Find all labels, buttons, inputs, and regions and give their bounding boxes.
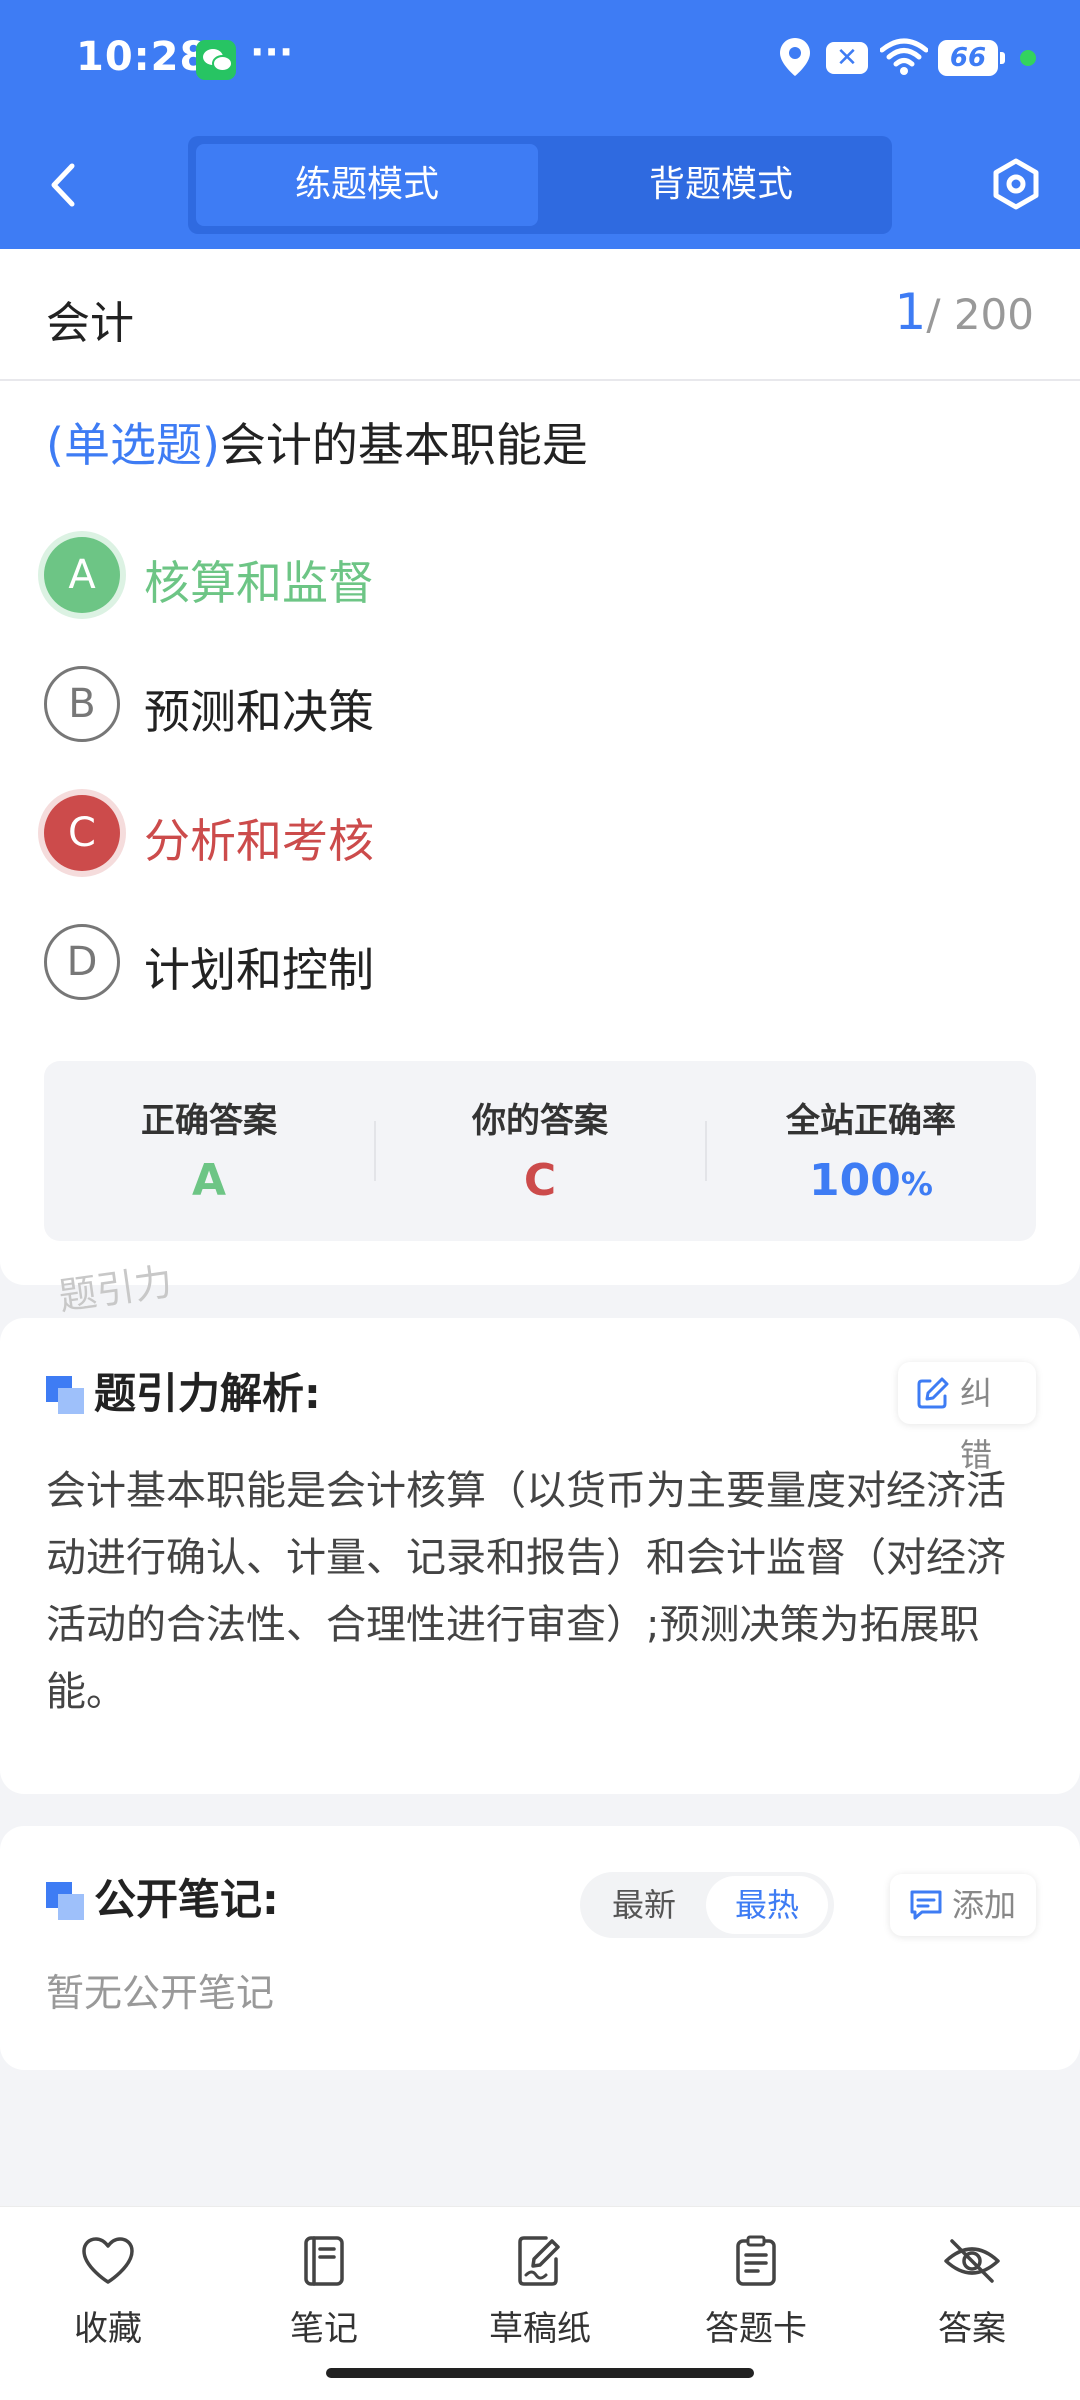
nav-draft-paper[interactable]: 草稿纸 (460, 2235, 620, 2350)
question-type: (单选题) (46, 418, 220, 472)
wechat-icon (196, 40, 236, 80)
correct-answer-value: A (191, 1155, 227, 1206)
current-question-number: 1 (894, 283, 927, 341)
site-accuracy-label: 全站正确率 (786, 1101, 956, 1141)
no-notes-text: 暂无公开笔记 (46, 1971, 275, 2015)
nav-label: 草稿纸 (489, 2309, 591, 2349)
tab-memorize-mode[interactable]: 背题模式 (550, 144, 892, 226)
option-text: 预测和决策 (144, 685, 374, 739)
option-letter: B (44, 666, 120, 742)
subject-title: 会计 (46, 298, 134, 349)
more-notifications-icon: ··· (250, 30, 294, 74)
question-text: 会计的基本职能是 (219, 418, 588, 472)
divider (0, 379, 1080, 381)
answer-sheet-icon (736, 2235, 776, 2286)
question-card: 会计 1/ 200 (单选题)会计的基本职能是 A 核算和监督 B 预测和决策 … (0, 249, 1080, 1285)
nav-favorite[interactable]: 收藏 (28, 2235, 188, 2350)
section-marker-icon (46, 1882, 84, 1920)
sort-newest-button[interactable]: 最新 (580, 1872, 708, 1938)
wifi-icon (880, 38, 928, 75)
accuracy-unit: % (900, 1165, 933, 1203)
heart-icon (82, 2237, 134, 2284)
eye-off-icon (944, 2239, 1000, 2283)
tab-practice-mode[interactable]: 练题模式 (196, 144, 538, 226)
option-text: 计划和控制 (144, 943, 374, 997)
back-arrow-icon[interactable] (44, 160, 84, 210)
correct-answer-label: 正确答案 (141, 1101, 277, 1141)
your-answer-label: 你的答案 (472, 1101, 608, 1141)
notebook-icon (304, 2236, 344, 2286)
add-note-label: 添加 (952, 1886, 1017, 1924)
analysis-title: 题引力解析: (94, 1369, 321, 1418)
draft-paper-icon (518, 2236, 560, 2286)
your-answer-block: 你的答案 C (375, 1061, 705, 1241)
option-d[interactable]: D 计划和控制 (44, 924, 944, 1000)
notification-off-icon: ✕ (826, 42, 868, 74)
option-a[interactable]: A 核算和监督 (44, 537, 944, 613)
option-b[interactable]: B 预测和决策 (44, 666, 944, 742)
settings-hexagon-icon[interactable] (990, 158, 1042, 210)
site-accuracy-block: 全站正确率 100% (706, 1061, 1036, 1241)
question-counter: 1/ 200 (895, 283, 1034, 341)
option-letter: C (44, 795, 120, 871)
status-time: 10:28 (76, 34, 209, 80)
home-indicator[interactable] (326, 2368, 754, 2378)
section-marker-icon (46, 1376, 84, 1414)
option-letter: D (44, 924, 120, 1000)
option-text: 核算和监督 (144, 556, 374, 610)
add-note-button[interactable]: 添加 (890, 1874, 1036, 1936)
public-notes-card: 公开笔记: 最新 最热 添加 暂无公开笔记 (0, 1826, 1080, 2070)
nav-label: 答案 (938, 2309, 1006, 2349)
privacy-indicator-dot (1020, 50, 1036, 66)
total-questions: / 200 (926, 290, 1034, 339)
mode-switch: 练题模式 背题模式 (188, 136, 892, 234)
status-bar: 10:28 ··· ✕ 66 (0, 0, 1080, 120)
location-icon (780, 38, 810, 76)
sort-hottest-button[interactable]: 最热 (706, 1876, 828, 1934)
notes-title: 公开笔记: (94, 1875, 279, 1924)
nav-label: 收藏 (74, 2309, 142, 2349)
nav-answer-toggle[interactable]: 答案 (892, 2235, 1052, 2350)
answer-summary: 正确答案 A 你的答案 C 全站正确率 100% (44, 1061, 1036, 1241)
option-c[interactable]: C 分析和考核 (44, 795, 944, 871)
question-stem: (单选题)会计的基本职能是 (46, 409, 588, 475)
site-accuracy-value: 100% (706, 1155, 1036, 1206)
analysis-text: 会计基本职能是会计核算（以货币为主要量度对经济活动进行确认、计量、记录和报告）和… (46, 1468, 1006, 1715)
accuracy-number: 100 (809, 1155, 901, 1206)
correct-answer-block: 正确答案 A (44, 1061, 374, 1241)
nav-label: 笔记 (290, 2309, 358, 2349)
option-text: 分析和考核 (144, 814, 374, 868)
your-answer-value: C (523, 1155, 557, 1206)
analysis-card: 题引力解析: 纠错 会计基本职能是会计核算（以货币为主要量度对经济活动进行确认、… (0, 1318, 1080, 1794)
add-comment-icon (910, 1890, 942, 1920)
nav-answer-sheet[interactable]: 答题卡 (676, 2235, 836, 2350)
battery-icon: 66 (938, 40, 1005, 76)
option-letter: A (44, 537, 120, 613)
notes-sort-toggle: 最新 最热 (580, 1872, 834, 1938)
edit-icon (917, 1377, 949, 1409)
report-error-button[interactable]: 纠错 (898, 1362, 1036, 1474)
nav-label: 答题卡 (705, 2309, 807, 2349)
nav-notes[interactable]: 笔记 (244, 2235, 404, 2350)
app-header: 10:28 ··· ✕ 66 练题模式 背题模式 (0, 0, 1080, 249)
